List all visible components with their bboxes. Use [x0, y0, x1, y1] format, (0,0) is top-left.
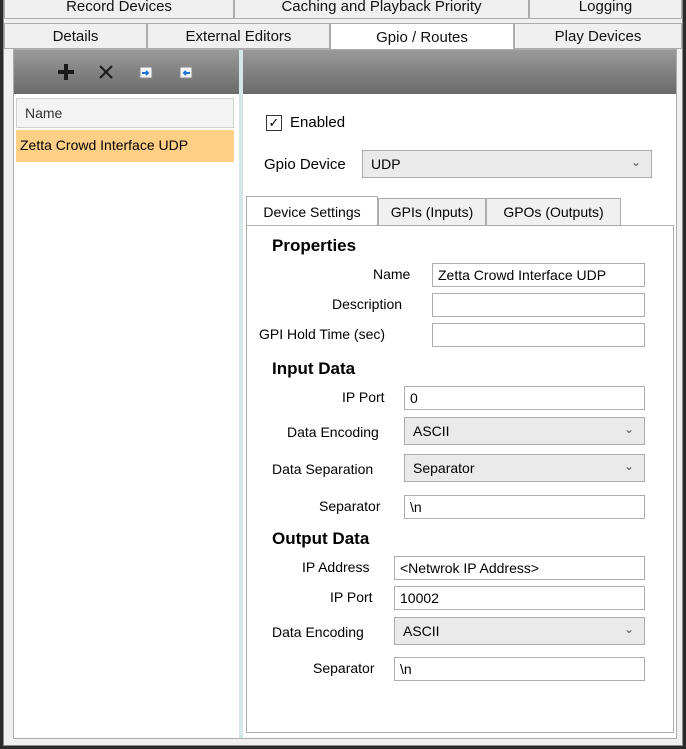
output-data-encoding-select[interactable]: ASCII ⌄	[394, 617, 645, 645]
name-field[interactable]: Zetta Crowd Interface UDP	[432, 263, 645, 287]
output-ip-address-field[interactable]: <Netwrok IP Address>	[394, 556, 645, 580]
inner-tab-strip: Device Settings GPIs (Inputs) GPOs (Outp…	[246, 196, 674, 228]
gpio-device-select[interactable]: UDP ⌄	[362, 150, 652, 178]
tab-caching-playback-priority[interactable]: Caching and Playback Priority	[234, 0, 529, 19]
tab-logging[interactable]: Logging	[529, 0, 682, 19]
output-data-encoding-label: Data Encoding	[272, 624, 364, 640]
gpi-hold-time-label: GPI Hold Time (sec)	[259, 326, 386, 342]
input-ip-port-label: IP Port	[342, 389, 385, 405]
description-label: Description	[332, 296, 403, 312]
tab-row-top: Record Devices Caching and Playback Prio…	[4, 0, 682, 19]
input-separator-label: Separator	[319, 498, 381, 514]
enabled-label: Enabled	[290, 114, 346, 131]
chevron-down-icon: ⌄	[623, 459, 634, 473]
data-separation-select[interactable]: Separator ⌄	[404, 454, 645, 482]
list-item[interactable]: Zetta Crowd Interface UDP	[16, 130, 234, 162]
gpio-routes-panel: Name Zetta Crowd Interface UDP ✓ Enabled…	[13, 49, 677, 739]
tab-details[interactable]: Details	[4, 23, 147, 49]
output-data-heading: Output Data	[272, 529, 370, 548]
name-label: Name	[373, 266, 411, 282]
enabled-checkbox[interactable]: ✓ Enabled	[266, 114, 345, 131]
gpio-device-value: UDP	[371, 156, 401, 172]
tab-play-devices[interactable]: Play Devices	[514, 23, 682, 49]
plus-icon[interactable]	[55, 61, 77, 83]
tab-gpio-routes[interactable]: Gpio / Routes	[330, 23, 514, 51]
tab-record-devices[interactable]: Record Devices	[4, 0, 234, 19]
data-separation-value: Separator	[413, 460, 475, 476]
input-data-encoding-value: ASCII	[413, 423, 450, 439]
chevron-down-icon: ⌄	[623, 422, 634, 436]
output-ip-port-label: IP Port	[330, 589, 373, 605]
input-data-encoding-label: Data Encoding	[287, 424, 379, 440]
data-separation-label: Data Separation	[272, 461, 374, 477]
output-data-encoding-value: ASCII	[403, 623, 440, 639]
output-separator-label: Separator	[313, 660, 375, 676]
input-separator-field[interactable]: \n	[404, 495, 645, 519]
chevron-down-icon: ⌄	[623, 622, 634, 636]
output-separator-field[interactable]: \n	[394, 657, 645, 681]
tab-external-editors[interactable]: External Editors	[147, 23, 330, 49]
properties-heading: Properties	[272, 236, 357, 255]
output-ip-port-field[interactable]: 10002	[394, 586, 645, 610]
input-data-encoding-select[interactable]: ASCII ⌄	[404, 417, 645, 445]
tab-row-bottom: Details External Editors Gpio / Routes P…	[4, 23, 682, 51]
route-list-pane: Name Zetta Crowd Interface UDP	[14, 94, 239, 738]
export-icon[interactable]	[175, 61, 197, 83]
device-details-pane: ✓ Enabled Gpio Device UDP ⌄ Device Setti…	[244, 94, 676, 738]
device-settings-panel: Properties Name Zetta Crowd Interface UD…	[246, 225, 674, 733]
pane-splitter[interactable]	[239, 50, 243, 738]
checkbox-box[interactable]: ✓	[266, 114, 282, 131]
tab-gpis-inputs[interactable]: GPIs (Inputs)	[378, 198, 486, 226]
input-ip-port-field[interactable]: 0	[404, 386, 645, 410]
tab-gpos-outputs[interactable]: GPOs (Outputs)	[486, 198, 621, 226]
import-icon[interactable]	[135, 61, 157, 83]
input-data-heading: Input Data	[272, 359, 356, 378]
gpio-device-label: Gpio Device	[264, 156, 346, 173]
output-ip-address-label: IP Address	[302, 559, 370, 575]
tab-device-settings[interactable]: Device Settings	[246, 196, 378, 228]
description-field[interactable]	[432, 293, 645, 317]
list-header-name[interactable]: Name	[16, 98, 234, 128]
settings-window: Record Devices Caching and Playback Prio…	[3, 0, 683, 746]
toolbar	[14, 50, 676, 94]
chevron-down-icon: ⌄	[630, 155, 641, 169]
x-icon[interactable]	[95, 61, 117, 83]
gpi-hold-time-field[interactable]	[432, 323, 645, 347]
